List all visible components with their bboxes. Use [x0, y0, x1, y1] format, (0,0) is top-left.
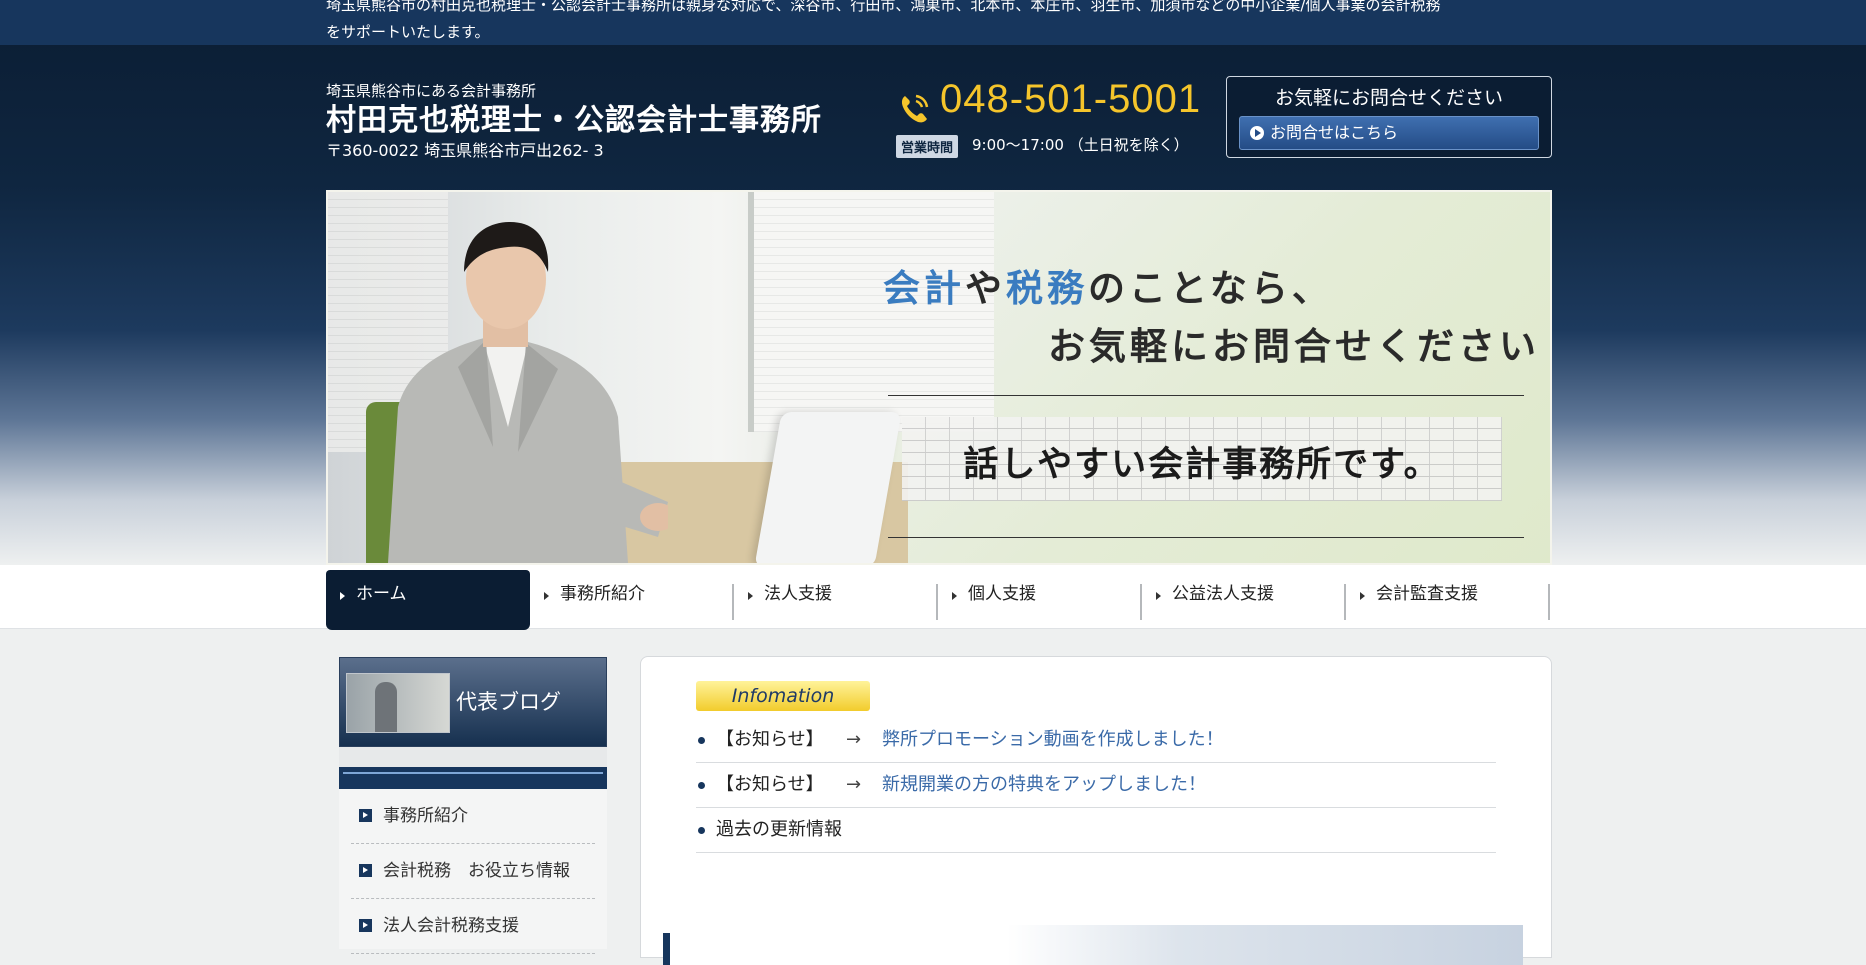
arrow-square-icon: [359, 919, 372, 932]
phone-number[interactable]: 048-501-5001: [940, 77, 1201, 122]
info-badge: Infomation: [696, 681, 870, 711]
news-tag: 【お知らせ】: [716, 774, 824, 795]
sidebar-menu: 事務所紹介 会計税務 お役立ち情報 法人会計税務支援: [339, 789, 607, 954]
hero-word-and: や: [965, 267, 1006, 310]
site-address: 〒360-0022 埼玉県熊谷市戸出262- 3: [326, 141, 604, 160]
arrow-square-icon: [359, 864, 372, 877]
archive-item[interactable]: 過去の更新情報: [696, 808, 1496, 853]
play-circle-icon: [1250, 126, 1264, 140]
news-item[interactable]: 【お知らせ】 → 新規開業の方の特典をアップしました！: [696, 763, 1496, 808]
news-item[interactable]: 【お知らせ】 → 弊所プロモーション動画を作成しました！: [696, 718, 1496, 763]
person-photo: [388, 222, 668, 563]
phone-icon: [901, 94, 929, 123]
site-title[interactable]: 村田克也税理士・公認会計士事務所: [326, 95, 822, 139]
contact-box-title: お気軽にお問合せください: [1274, 87, 1503, 109]
hero-headline-line2: お気軽にお問合せください: [1048, 325, 1540, 368]
hero-word-rest: のことなら、: [1088, 267, 1333, 310]
contact-button-label: お問合せはこちら: [1270, 123, 1399, 142]
news-link[interactable]: 弊所プロモーション動画を作成しました！: [882, 718, 1224, 762]
contact-box: お気軽にお問合せください お問合せはこちら: [1226, 76, 1552, 158]
news-tag: 【お知らせ】: [716, 729, 824, 750]
heading-marker: [663, 933, 670, 965]
sidebar-item-tips[interactable]: 会計税務 お役立ち情報: [351, 844, 595, 899]
top-info-bar: 埼玉県熊谷市の村田克也税理士・公認会計士事務所は親身な対応で、深谷市、行田市、鴻…: [0, 0, 1866, 45]
sidebar: 代表ブログ 事務所紹介 会計税務 お役立ち情報 法人会計税務支援: [339, 657, 607, 954]
hero-word-accounting: 会計: [883, 267, 965, 310]
arrow-icon: →: [846, 729, 862, 750]
nav-corporate[interactable]: 法人支援: [734, 570, 938, 630]
hours-badge: 営業時間: [896, 135, 959, 158]
arrow-icon: →: [846, 774, 862, 795]
news-link[interactable]: 新規開業の方の特典をアップしました！: [882, 763, 1206, 807]
bullet-icon: [698, 827, 705, 834]
window-blinds: [748, 192, 994, 432]
main-content: Infomation 【お知らせ】 → 弊所プロモーション動画を作成しました！ …: [640, 656, 1552, 965]
site-header: 埼玉県熊谷市にある会計事務所 村田克也税理士・公認会計士事務所 〒360-002…: [326, 45, 1552, 190]
blog-title: 代表ブログ: [456, 690, 561, 714]
sidebar-item-label: 法人会計税務支援: [383, 916, 519, 936]
hero-photo: [328, 192, 994, 563]
hero-banner: 会計や税務のことなら、 お気軽にお問合せください 話しやすい会計事務所です。: [326, 190, 1552, 565]
hero-divider-bottom: [888, 537, 1524, 538]
sidebar-item-label: 会計税務 お役立ち情報: [383, 861, 570, 881]
contact-button[interactable]: お問合せはこちら: [1239, 116, 1539, 150]
blog-banner[interactable]: 代表ブログ: [339, 657, 607, 747]
hero-divider-top: [888, 395, 1524, 396]
top-info-text-line1: 埼玉県熊谷市の村田克也税理士・公認会計士事務所は親身な対応で、深谷市、行田市、鴻…: [326, 0, 1441, 14]
bullet-icon: [698, 737, 705, 744]
blog-thumbnail: [346, 673, 450, 733]
business-hours: 9:00～17:00 （土日祝を除く）: [972, 136, 1189, 154]
hero-headline-line1: 会計や税務のことなら、: [883, 258, 1333, 312]
bullet-icon: [698, 782, 705, 789]
hero-word-tax: 税務: [1006, 267, 1088, 310]
nav-home[interactable]: ホーム: [326, 570, 530, 630]
section-heading-bar: [663, 925, 1523, 965]
sidebar-item-corporate[interactable]: 法人会計税務支援: [351, 899, 595, 954]
nav-public-interest[interactable]: 公益法人支援: [1142, 570, 1346, 630]
archive-link[interactable]: 過去の更新情報: [716, 808, 842, 852]
sidebar-item-label: 事務所紹介: [383, 806, 468, 826]
global-nav: ホーム 事務所紹介 法人支援 個人支援 公益法人支援 会計監査支援: [326, 565, 1552, 630]
hero-tagline: 話しやすい会計事務所です。: [963, 445, 1441, 485]
arrow-square-icon: [359, 809, 372, 822]
nav-individual[interactable]: 個人支援: [938, 570, 1142, 630]
nav-audit[interactable]: 会計監査支援: [1346, 570, 1550, 630]
sidebar-menu-header: [339, 767, 607, 789]
top-info-text-line2: をサポートいたします。: [326, 23, 490, 41]
nav-office[interactable]: 事務所紹介: [530, 570, 734, 630]
sidebar-item-office[interactable]: 事務所紹介: [351, 789, 595, 844]
